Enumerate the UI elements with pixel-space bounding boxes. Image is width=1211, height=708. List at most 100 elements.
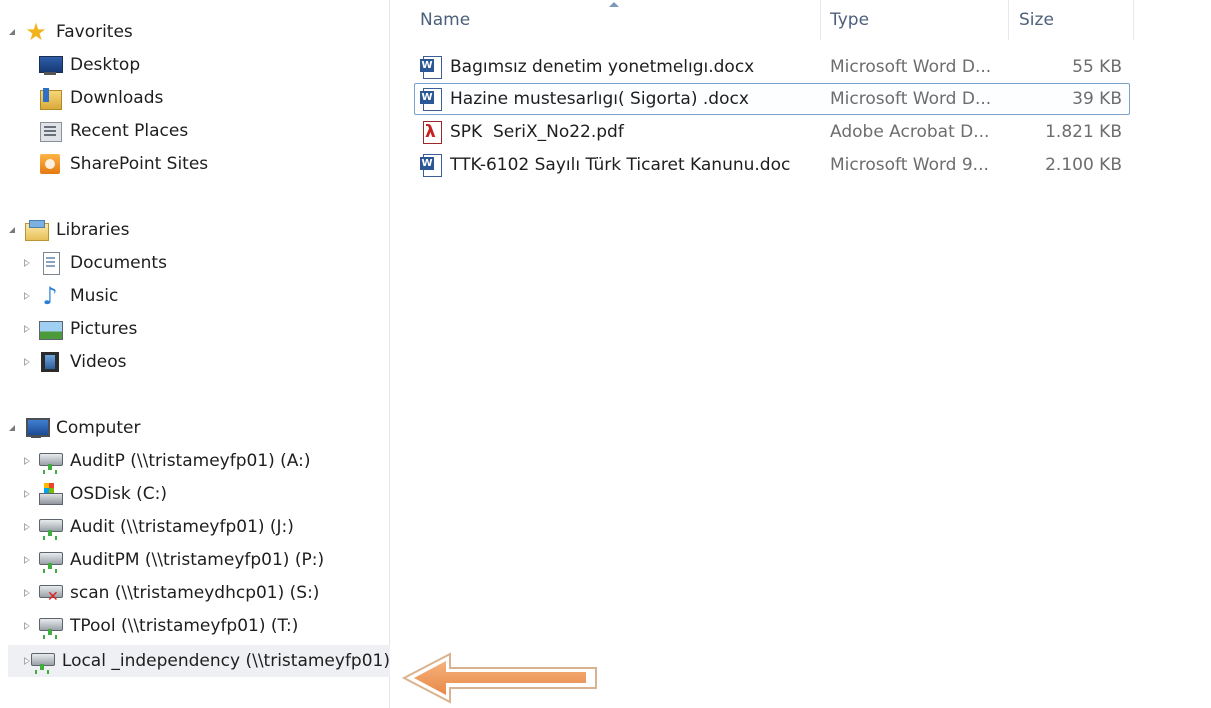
nav-group-label: Favorites — [56, 22, 133, 42]
nav-item-label: Local _independency (\\tristameyfp01) — [61, 651, 390, 671]
file-name: TTK-6102 Sayılı Türk Ticaret Kanunu.doc — [450, 155, 791, 175]
network-drive-icon — [38, 515, 63, 539]
file-type: Microsoft Word D... — [830, 89, 992, 109]
file-row-selected[interactable]: Hazine mustesarlıgı( Sigorta) .docx Micr… — [414, 83, 1130, 115]
file-name: Bagımsız denetim yonetmelıgı.docx — [450, 57, 755, 77]
expand-arrow-icon[interactable] — [22, 522, 32, 532]
file-name-cell: Bagımsız denetim yonetmelıgı.docx — [420, 51, 754, 83]
expand-arrow-icon[interactable] — [22, 357, 32, 367]
nav-item-drive-t[interactable]: TPool (\\tristameyfp01) (T:) — [22, 612, 298, 640]
nav-item-label: SharePoint Sites — [70, 154, 209, 174]
annotation-arrow-icon — [401, 652, 597, 704]
recent-places-icon — [38, 119, 62, 143]
file-size: 39 KB — [1072, 89, 1122, 109]
nav-item-label: Downloads — [70, 88, 164, 108]
libraries-icon — [24, 218, 49, 242]
nav-item-label: OSDisk (C:) — [70, 484, 167, 504]
expand-arrow-icon[interactable] — [22, 456, 32, 466]
nav-item-local-independency[interactable]: Local _independency (\\tristameyfp01) — [8, 645, 390, 677]
collapse-arrow-icon[interactable] — [8, 225, 18, 235]
nav-item-label: Pictures — [70, 319, 138, 339]
file-size: 55 KB — [1072, 57, 1122, 77]
nav-group-libraries[interactable]: Libraries — [8, 216, 129, 244]
nav-item-downloads[interactable]: Downloads — [38, 84, 163, 112]
column-header-label: Size — [1019, 10, 1054, 30]
nav-item-label: AuditPM (\\tristameyfp01) (P:) — [70, 550, 325, 570]
navigation-pane: ★ Favorites Desktop Downloads Recent Pla… — [0, 0, 390, 708]
network-drive-icon — [38, 449, 63, 473]
file-name-cell: SPK SeriX_No22.pdf — [420, 116, 624, 148]
disconnected-network-drive-icon — [38, 581, 63, 605]
nav-group-favorites[interactable]: ★ Favorites — [8, 18, 133, 46]
expand-arrow-icon[interactable] — [22, 656, 30, 666]
expand-arrow-icon[interactable] — [22, 291, 32, 301]
os-disk-icon — [38, 482, 63, 506]
file-row[interactable]: SPK SeriX_No22.pdf Adobe Acrobat D... 1.… — [414, 116, 1130, 148]
network-drive-icon — [30, 649, 55, 673]
collapse-arrow-icon[interactable] — [8, 423, 18, 433]
column-header-label: Type — [830, 10, 870, 30]
file-row[interactable]: Bagımsız denetim yonetmelıgı.docx Micros… — [414, 51, 1130, 83]
expand-arrow-icon[interactable] — [22, 489, 32, 499]
file-size: 2.100 KB — [1045, 155, 1122, 175]
file-name: SPK SeriX_No22.pdf — [450, 122, 624, 142]
column-divider[interactable] — [820, 0, 821, 40]
column-header-type[interactable]: Type — [830, 0, 1010, 40]
nav-item-label: TPool (\\tristameyfp01) (T:) — [70, 616, 299, 636]
nav-item-drive-c[interactable]: OSDisk (C:) — [22, 480, 167, 508]
file-name: Hazine mustesarlıgı( Sigorta) .docx — [450, 89, 749, 109]
file-name-cell: Hazine mustesarlıgı( Sigorta) .docx — [420, 83, 749, 115]
nav-item-label: Documents — [70, 253, 167, 273]
expand-arrow-icon[interactable] — [22, 621, 32, 631]
column-header-name[interactable]: Name — [420, 0, 820, 40]
file-size: 1.821 KB — [1045, 122, 1122, 142]
nav-item-label: scan (\\tristameydhcp01) (S:) — [70, 583, 320, 603]
column-divider[interactable] — [1133, 0, 1134, 40]
nav-item-drive-a[interactable]: AuditP (\\tristameyfp01) (A:) — [22, 447, 311, 475]
nav-item-music[interactable]: ♪ Music — [22, 282, 118, 310]
nav-item-label: Audit (\\tristameyfp01) (J:) — [70, 517, 294, 537]
expand-arrow-icon[interactable] — [22, 555, 32, 565]
music-icon: ♪ — [42, 282, 58, 310]
sharepoint-icon — [38, 152, 62, 176]
nav-item-drive-s[interactable]: scan (\\tristameydhcp01) (S:) — [22, 579, 319, 607]
collapse-arrow-icon[interactable] — [8, 27, 18, 37]
nav-item-pictures[interactable]: Pictures — [22, 315, 137, 343]
computer-icon — [24, 416, 50, 440]
word-document-icon — [420, 55, 442, 79]
word-document-icon — [420, 87, 442, 111]
expand-arrow-icon[interactable] — [22, 258, 32, 268]
network-drive-icon — [38, 548, 63, 572]
nav-item-videos[interactable]: Videos — [22, 348, 127, 376]
nav-group-label: Libraries — [56, 220, 130, 240]
nav-item-label: AuditP (\\tristameyfp01) (A:) — [70, 451, 311, 471]
pictures-icon — [38, 317, 63, 341]
column-divider[interactable] — [1008, 0, 1009, 40]
nav-item-drive-p[interactable]: AuditPM (\\tristameyfp01) (P:) — [22, 546, 324, 574]
downloads-icon — [38, 86, 62, 110]
expand-arrow-icon[interactable] — [22, 324, 32, 334]
nav-item-recent-places[interactable]: Recent Places — [38, 117, 188, 145]
star-icon: ★ — [25, 18, 47, 46]
documents-icon — [38, 251, 62, 275]
column-header-label: Name — [420, 10, 471, 30]
file-row[interactable]: TTK-6102 Sayılı Türk Ticaret Kanunu.doc … — [414, 149, 1130, 181]
nav-group-computer[interactable]: Computer — [8, 414, 141, 442]
nav-item-documents[interactable]: Documents — [22, 249, 167, 277]
file-name-cell: TTK-6102 Sayılı Türk Ticaret Kanunu.doc — [420, 149, 790, 181]
videos-icon — [38, 350, 62, 374]
nav-item-label: Music — [70, 286, 119, 306]
expand-arrow-icon[interactable] — [22, 588, 32, 598]
file-list-pane: Name Type Size Bagımsız denetim yonetmel… — [391, 0, 1211, 708]
nav-item-desktop[interactable]: Desktop — [38, 51, 140, 79]
desktop-icon — [38, 53, 63, 77]
word-document-icon — [420, 153, 442, 177]
file-type: Microsoft Word D... — [830, 57, 992, 77]
nav-group-label: Computer — [56, 418, 141, 438]
file-type: Microsoft Word 9... — [830, 155, 989, 175]
nav-item-label: Videos — [70, 352, 127, 372]
column-header-size[interactable]: Size — [1019, 0, 1133, 40]
nav-item-drive-j[interactable]: Audit (\\tristameyfp01) (J:) — [22, 513, 294, 541]
nav-item-sharepoint-sites[interactable]: SharePoint Sites — [38, 150, 208, 178]
nav-item-label: Desktop — [70, 55, 141, 75]
